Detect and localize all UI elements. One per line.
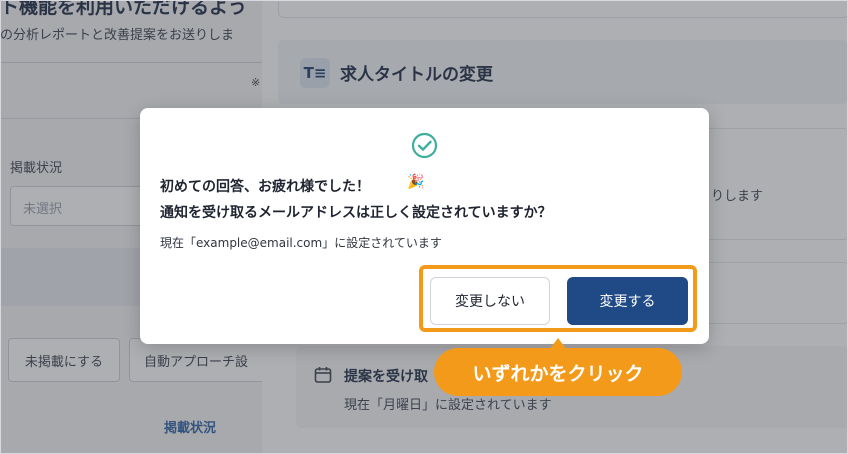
- image-frame: [0, 0, 848, 454]
